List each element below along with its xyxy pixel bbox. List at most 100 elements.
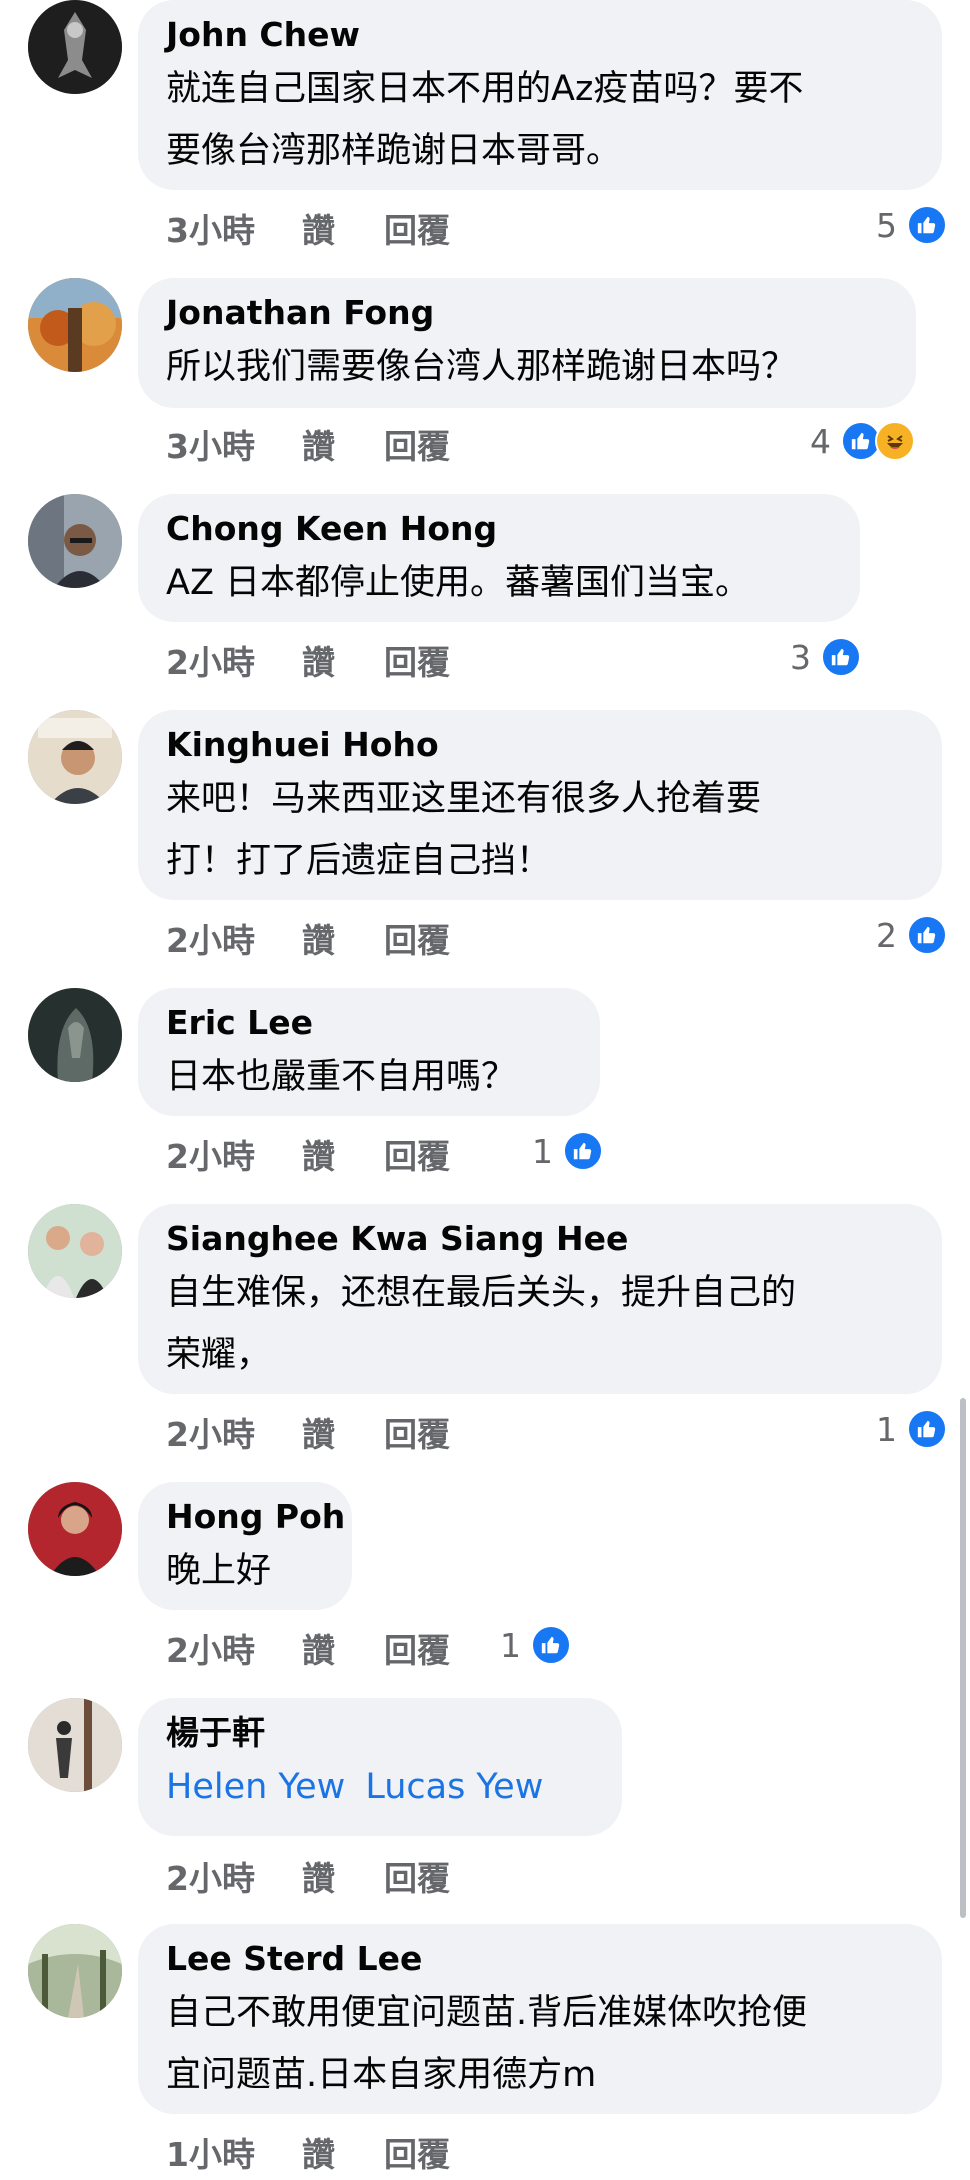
like-button[interactable]: 讚 xyxy=(302,1852,384,1900)
reaction-summary[interactable]: 1 xyxy=(532,1130,603,1172)
comment-timestamp[interactable]: 2小時 xyxy=(166,636,302,684)
mention-link[interactable]: Lucas Yew xyxy=(365,1767,543,1807)
haha-icon xyxy=(875,421,915,461)
like-icon xyxy=(907,1409,947,1449)
like-button[interactable]: 讚 xyxy=(302,420,384,468)
reply-button[interactable]: 回覆 xyxy=(384,1130,450,1178)
reaction-count: 1 xyxy=(500,1625,521,1665)
reaction-summary[interactable]: 1 xyxy=(500,1624,571,1666)
like-button[interactable]: 讚 xyxy=(302,1624,384,1672)
reply-button[interactable]: 回覆 xyxy=(384,420,450,468)
commenter-name[interactable]: John Chew xyxy=(166,14,914,56)
comment-text: 所以我们需要像台湾人那样跪谢日本吗？ xyxy=(166,336,888,398)
comment-bubble: Kinghuei Hoho 来吧！马来西亚这里还有很多人抢着要 打！打了后遗症自… xyxy=(138,710,942,900)
comment-text-line: 就连自己国家日本不用的Az疫苗吗？要不 xyxy=(166,69,804,109)
like-icon xyxy=(907,205,947,245)
comment-text-line: 打！打了后遗症自己挡！ xyxy=(166,841,552,881)
avatar[interactable] xyxy=(28,1204,122,1298)
comment-actions: 2小時讚回覆 xyxy=(166,1408,450,1456)
comment-actions: 2小時讚回覆 xyxy=(166,1130,450,1178)
commenter-name[interactable]: Eric Lee xyxy=(166,1002,572,1044)
comment-timestamp[interactable]: 1小時 xyxy=(166,2128,302,2176)
like-icon xyxy=(907,915,947,955)
commenter-name[interactable]: Hong Poh xyxy=(166,1496,345,1538)
comment-text: 晚上好 xyxy=(166,1540,324,1602)
comment-timestamp[interactable]: 2小時 xyxy=(166,1624,302,1672)
commenter-name[interactable]: Kinghuei Hoho xyxy=(166,724,914,766)
comment-bubble: Sianghee Kwa Siang Hee 自生难保，还想在最后关头，提升自己… xyxy=(138,1204,942,1394)
reaction-summary[interactable]: 5 xyxy=(876,204,947,246)
avatar[interactable] xyxy=(28,0,122,94)
commenter-name[interactable]: Chong Keen Hong xyxy=(166,508,832,550)
comment-text: 日本也嚴重不自用嗎？ xyxy=(166,1046,572,1108)
comment-text-line: 日本也嚴重不自用嗎？ xyxy=(166,1057,517,1097)
comment-timestamp[interactable]: 2小時 xyxy=(166,1130,302,1178)
avatar[interactable] xyxy=(28,1698,122,1792)
reaction-count: 5 xyxy=(876,205,897,245)
commenter-name[interactable]: 楊于軒 xyxy=(166,1712,594,1754)
reaction-summary[interactable]: 2 xyxy=(876,914,947,956)
scrollbar[interactable] xyxy=(960,1398,966,1918)
comment-bubble: Chong Keen Hong AZ 日本都停止使用。蕃薯国们当宝。 xyxy=(138,494,860,622)
comment-actions: 2小時讚回覆 xyxy=(166,1624,450,1672)
comment-actions: 2小時讚回覆 xyxy=(166,636,450,684)
reply-button[interactable]: 回覆 xyxy=(384,204,450,252)
comment-text: 自生难保，还想在最后关头，提升自己的 荣耀， xyxy=(166,1262,914,1386)
reaction-count: 1 xyxy=(532,1131,553,1171)
avatar[interactable] xyxy=(28,1482,122,1576)
comment-text-line: 自己不敢用便宜问题苗.背后准媒体吹抢便 xyxy=(166,1993,808,2033)
like-icon xyxy=(563,1131,603,1171)
comment-text-line: 所以我们需要像台湾人那样跪谢日本吗？ xyxy=(166,347,797,387)
avatar[interactable] xyxy=(28,278,122,372)
reply-button[interactable]: 回覆 xyxy=(384,914,450,962)
like-button[interactable]: 讚 xyxy=(302,1408,384,1456)
reaction-count: 1 xyxy=(876,1409,897,1449)
like-button[interactable]: 讚 xyxy=(302,1130,384,1178)
comment-actions: 3小時讚回覆 xyxy=(166,420,450,468)
reaction-count: 3 xyxy=(790,637,811,677)
reply-button[interactable]: 回覆 xyxy=(384,636,450,684)
comment-actions: 1小時讚回覆 xyxy=(166,2128,450,2176)
reaction-count: 4 xyxy=(810,421,831,461)
comment-actions: 2小時讚回覆 xyxy=(166,1852,450,1900)
comment-text-line: 宜问题苗.日本自家用德方m xyxy=(166,2055,597,2095)
comment-text-line: 自生难保，还想在最后关头，提升自己的 xyxy=(166,1273,797,1313)
avatar[interactable] xyxy=(28,988,122,1082)
like-button[interactable]: 讚 xyxy=(302,204,384,252)
comment-timestamp[interactable]: 2小時 xyxy=(166,1852,302,1900)
comment-timestamp[interactable]: 2小時 xyxy=(166,914,302,962)
reaction-count: 2 xyxy=(876,915,897,955)
like-icon xyxy=(821,637,861,677)
comment-text: Helen Yew Lucas Yew xyxy=(166,1756,594,1818)
reply-button[interactable]: 回覆 xyxy=(384,1408,450,1456)
commenter-name[interactable]: Lee Sterd Lee xyxy=(166,1938,914,1980)
comment-timestamp[interactable]: 2小時 xyxy=(166,1408,302,1456)
commenter-name[interactable]: Sianghee Kwa Siang Hee xyxy=(166,1218,914,1260)
commenter-name[interactable]: Jonathan Fong xyxy=(166,292,888,334)
reaction-summary[interactable]: 1 xyxy=(876,1408,947,1450)
comment-bubble: Jonathan Fong 所以我们需要像台湾人那样跪谢日本吗？ xyxy=(138,278,916,408)
reply-button[interactable]: 回覆 xyxy=(384,1852,450,1900)
comment-bubble: Lee Sterd Lee 自己不敢用便宜问题苗.背后准媒体吹抢便 宜问题苗.日… xyxy=(138,1924,942,2114)
comment-text-line: 晚上好 xyxy=(166,1551,272,1591)
comment-text-line: 来吧！马来西亚这里还有很多人抢着要 xyxy=(166,779,762,819)
like-button[interactable]: 讚 xyxy=(302,636,384,684)
avatar[interactable] xyxy=(28,710,122,804)
comment-bubble: Eric Lee 日本也嚴重不自用嗎？ xyxy=(138,988,600,1116)
mention-link[interactable]: Helen Yew xyxy=(166,1767,345,1807)
comment-bubble: John Chew 就连自己国家日本不用的Az疫苗吗？要不 要像台湾那样跪谢日本… xyxy=(138,0,942,190)
reply-button[interactable]: 回覆 xyxy=(384,1624,450,1672)
comment-timestamp[interactable]: 3小時 xyxy=(166,420,302,468)
avatar[interactable] xyxy=(28,1924,122,2018)
reply-button[interactable]: 回覆 xyxy=(384,2128,450,2176)
comment-text-line: 荣耀， xyxy=(166,1335,272,1375)
comment-timestamp[interactable]: 3小時 xyxy=(166,204,302,252)
comment-text: AZ 日本都停止使用。蕃薯国们当宝。 xyxy=(166,552,832,614)
reaction-summary[interactable]: 4 xyxy=(810,420,915,462)
reaction-summary[interactable]: 3 xyxy=(790,636,861,678)
like-button[interactable]: 讚 xyxy=(302,2128,384,2176)
like-button[interactable]: 讚 xyxy=(302,914,384,962)
comment-text: 自己不敢用便宜问题苗.背后准媒体吹抢便 宜问题苗.日本自家用德方m xyxy=(166,1982,914,2106)
avatar[interactable] xyxy=(28,494,122,588)
comment-text: 就连自己国家日本不用的Az疫苗吗？要不 要像台湾那样跪谢日本哥哥。 xyxy=(166,58,914,182)
